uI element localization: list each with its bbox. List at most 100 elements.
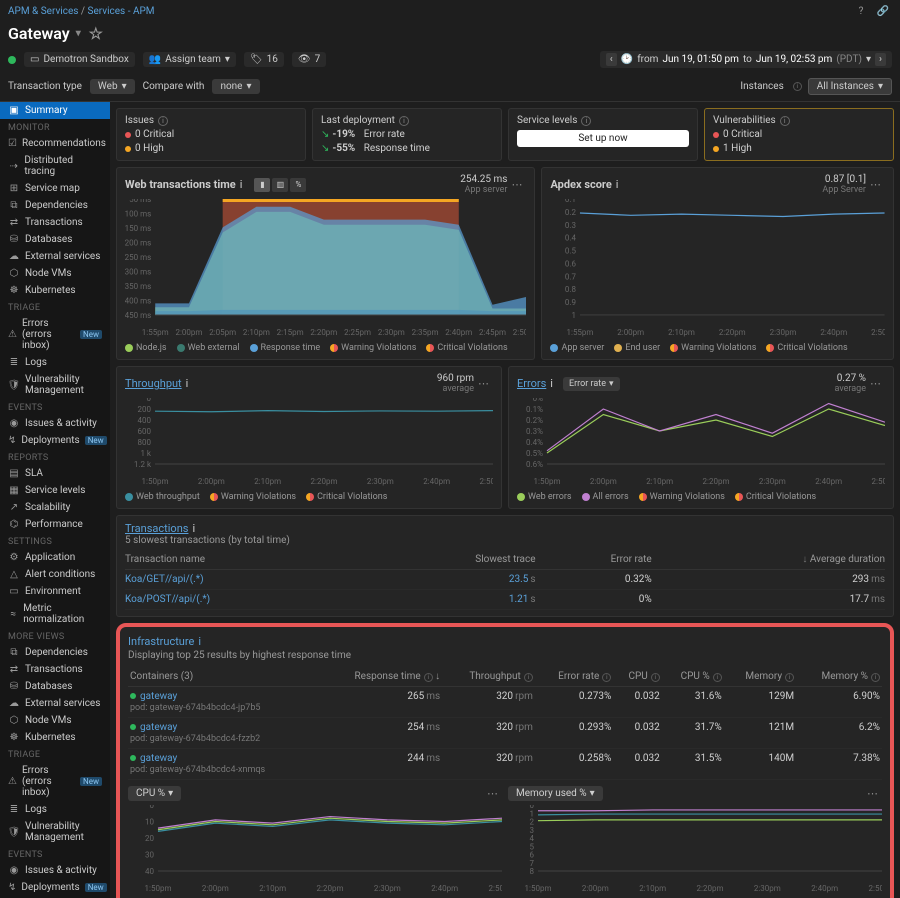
sidebar-item-vuln-mgmt[interactable]: 🛡Vulnerability Management bbox=[0, 371, 110, 399]
sidebar-section-triage: TRIAGE bbox=[0, 299, 110, 315]
info-icon[interactable]: i bbox=[550, 377, 553, 390]
tag-count[interactable]: 🏷 16 bbox=[244, 52, 284, 67]
info-icon[interactable]: i bbox=[616, 178, 619, 191]
sidebar-item-node-vms-2[interactable]: ⬡Node VMs bbox=[0, 712, 110, 729]
breadcrumb-path[interactable]: Services - APM bbox=[88, 6, 155, 17]
info-icon[interactable]: i bbox=[240, 178, 243, 191]
star-icon[interactable]: ☆ bbox=[87, 25, 105, 43]
svg-text:2:50pm: 2:50pm bbox=[513, 328, 527, 337]
sidebar-item-databases[interactable]: ⛁Databases bbox=[0, 231, 110, 248]
table-row[interactable]: Koa/POST//api/(.*) 1.21s 0% 17.7ms bbox=[125, 590, 885, 610]
table-row[interactable]: gatewaypod: gateway-674b4bcdc4-fzzb2 254… bbox=[128, 718, 882, 749]
transactions-title[interactable]: Transactions bbox=[125, 522, 188, 535]
sidebar-item-deployments-2[interactable]: ↯DeploymentsNew bbox=[0, 879, 110, 896]
info-icon[interactable]: i bbox=[399, 116, 409, 126]
sidebar-item-summary[interactable]: ▣Summary bbox=[0, 102, 110, 119]
tile-last-deployment: Last deploymenti ↘-19% Error rate ↘-55% … bbox=[312, 108, 502, 161]
sidebar-item-databases-2[interactable]: ⛁Databases bbox=[0, 678, 110, 695]
sidebar-item-scalability[interactable]: ↗Scalability bbox=[0, 499, 110, 516]
time-prev-icon[interactable]: ‹ bbox=[606, 53, 617, 66]
more-menu-icon[interactable]: ⋯ bbox=[483, 787, 502, 800]
sidebar-item-external-services-2[interactable]: ☁External services bbox=[0, 695, 110, 712]
sidebar-section-events: EVENTS bbox=[0, 399, 110, 415]
svg-text:2:00pm: 2:00pm bbox=[582, 884, 609, 893]
sidebar-item-metric-normalization[interactable]: ≈Metric normalization bbox=[0, 600, 110, 628]
svg-text:2:30pm: 2:30pm bbox=[759, 477, 786, 486]
instances-select[interactable]: All Instances ▾ bbox=[808, 78, 892, 95]
filter-row: Transaction type Web ▾ Compare with none… bbox=[0, 72, 900, 102]
help-icon[interactable]: ? bbox=[852, 2, 870, 20]
sidebar-item-dependencies-2[interactable]: ⧉Dependencies bbox=[0, 644, 110, 661]
chart-view-percent-icon[interactable]: % bbox=[290, 178, 306, 192]
info-icon[interactable]: i bbox=[186, 377, 189, 390]
time-picker[interactable]: ‹ 🕑 from Jun 19, 01:50 pm to Jun 19, 02:… bbox=[600, 51, 892, 68]
sidebar-item-application[interactable]: ⚙Application bbox=[0, 549, 110, 566]
info-icon[interactable]: i bbox=[793, 82, 802, 91]
svg-text:7: 7 bbox=[530, 859, 535, 868]
sidebar-item-service-levels[interactable]: ▦Service levels bbox=[0, 482, 110, 499]
time-next-icon[interactable]: › bbox=[875, 53, 886, 66]
svg-text:2:15pm: 2:15pm bbox=[277, 328, 304, 337]
more-menu-icon[interactable]: ⋯ bbox=[866, 377, 885, 390]
svg-text:1: 1 bbox=[572, 311, 576, 320]
assign-team-button[interactable]: 👥 Assign team ▾ bbox=[143, 52, 236, 67]
more-menu-icon[interactable]: ⋯ bbox=[866, 178, 885, 191]
sidebar-item-recommendations[interactable]: ☑Recommendations bbox=[0, 135, 110, 152]
transaction-type-select[interactable]: Web ▾ bbox=[90, 79, 135, 94]
sidebar-item-errors-inbox-2[interactable]: ⚠Errors (errors inbox)New bbox=[0, 762, 110, 801]
table-row[interactable]: Koa/GET//api/(.*) 23.5s 0.32% 293ms bbox=[125, 570, 885, 590]
svg-text:2:25pm: 2:25pm bbox=[344, 328, 371, 337]
breadcrumb-root[interactable]: APM & Services bbox=[8, 6, 78, 17]
svg-text:2:40pm: 2:40pm bbox=[821, 328, 848, 337]
sidebar-item-performance[interactable]: ⌬Performance bbox=[0, 516, 110, 533]
more-menu-icon[interactable]: ⋯ bbox=[863, 787, 882, 800]
link-icon[interactable]: 🔗 bbox=[874, 2, 892, 20]
sidebar-item-distributed-tracing[interactable]: ⇢Distributed tracing bbox=[0, 152, 110, 180]
sidebar-item-external-services[interactable]: ☁External services bbox=[0, 248, 110, 265]
tile-issues: Issuesi 0 Critical 0 High bbox=[116, 108, 306, 161]
info-icon[interactable]: i bbox=[198, 635, 201, 648]
more-menu-icon[interactable]: ⋯ bbox=[474, 377, 493, 390]
error-rate-select[interactable]: Error rate ▾ bbox=[563, 377, 620, 391]
more-menu-icon[interactable]: ⋯ bbox=[507, 178, 526, 191]
svg-text:0.5: 0.5 bbox=[565, 247, 577, 256]
infrastructure-title[interactable]: Infrastructure bbox=[128, 635, 194, 648]
setup-now-button[interactable]: Set up now bbox=[517, 130, 689, 147]
svg-text:5: 5 bbox=[530, 842, 535, 851]
sidebar-item-kubernetes-2[interactable]: ☸Kubernetes bbox=[0, 729, 110, 746]
view-count[interactable]: 👁 7 bbox=[292, 52, 326, 67]
sidebar-item-deployments[interactable]: ↯DeploymentsNew bbox=[0, 432, 110, 449]
chart-view-bar-icon[interactable]: ▥ bbox=[272, 178, 288, 192]
info-icon[interactable]: i bbox=[780, 116, 790, 126]
sidebar-item-alert-conditions[interactable]: △Alert conditions bbox=[0, 566, 110, 583]
table-row[interactable]: gatewaypod: gateway-674b4bcdc4-jp7b5 265… bbox=[128, 687, 882, 718]
table-row[interactable]: gatewaypod: gateway-674b4bcdc4-xnmqs 244… bbox=[128, 749, 882, 780]
sidebar-item-issues-activity-2[interactable]: ◉Issues & activity bbox=[0, 862, 110, 879]
sidebar-item-logs[interactable]: ≣Logs bbox=[0, 354, 110, 371]
sidebar-item-transactions[interactable]: ⇄Transactions bbox=[0, 214, 110, 231]
sidebar-item-transactions-2[interactable]: ⇄Transactions bbox=[0, 661, 110, 678]
compare-with-select[interactable]: none ▾ bbox=[212, 79, 259, 94]
svg-text:2:40pm: 2:40pm bbox=[811, 884, 838, 893]
chevron-down-icon[interactable]: ▾ bbox=[866, 54, 871, 65]
sidebar-item-logs-2[interactable]: ≣Logs bbox=[0, 801, 110, 818]
info-icon[interactable]: i bbox=[581, 116, 591, 126]
info-icon[interactable]: i bbox=[158, 116, 168, 126]
info-icon[interactable]: i bbox=[192, 522, 195, 535]
cpu-metric-select[interactable]: CPU % ▾ bbox=[128, 786, 181, 801]
memory-metric-select[interactable]: Memory used % ▾ bbox=[508, 786, 603, 801]
sidebar-item-issues-activity[interactable]: ◉Issues & activity bbox=[0, 415, 110, 432]
sidebar-item-kubernetes[interactable]: ☸Kubernetes bbox=[0, 282, 110, 299]
sidebar-item-environment[interactable]: ▭Environment bbox=[0, 583, 110, 600]
sidebar-item-errors-inbox[interactable]: ⚠Errors (errors inbox)New bbox=[0, 315, 110, 354]
svg-text:0: 0 bbox=[150, 805, 155, 810]
svg-text:2:20pm: 2:20pm bbox=[311, 477, 338, 486]
account-tag[interactable]: ▭ Demotron Sandbox bbox=[24, 52, 135, 67]
chart-view-area-icon[interactable]: ▮ bbox=[254, 178, 270, 192]
chevron-down-icon[interactable]: ▾ bbox=[76, 28, 81, 39]
sidebar-item-vuln-mgmt-2[interactable]: 🛡Vulnerability Management bbox=[0, 818, 110, 846]
sidebar-item-sla[interactable]: ▤SLA bbox=[0, 465, 110, 482]
sidebar-item-dependencies[interactable]: ⧉Dependencies bbox=[0, 197, 110, 214]
sidebar-item-service-map[interactable]: ⊞Service map bbox=[0, 180, 110, 197]
sidebar-item-node-vms[interactable]: ⬡Node VMs bbox=[0, 265, 110, 282]
